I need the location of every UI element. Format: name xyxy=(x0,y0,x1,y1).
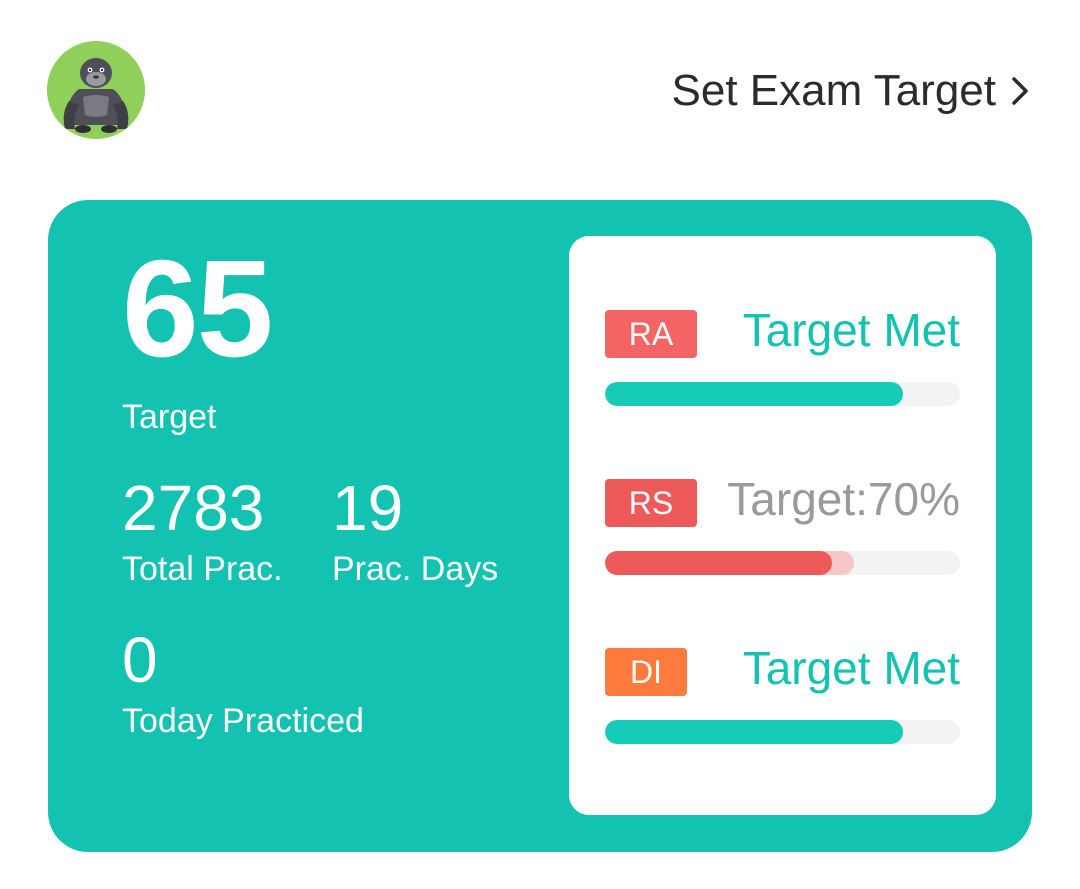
today-practiced-value: 0 xyxy=(122,624,158,696)
progress-track-ra xyxy=(605,382,960,406)
progress-fill-di xyxy=(605,720,904,744)
target-summary-card[interactable]: 65 Target 2783 Total Prac. 19 Prac. Days… xyxy=(48,200,1032,852)
section-status-ra: Target Met xyxy=(742,304,960,356)
set-exam-target-label: Set Exam Target xyxy=(671,66,996,115)
total-prac-label: Total Prac. xyxy=(122,550,283,588)
progress-fill-ra xyxy=(605,382,904,406)
today-practiced-label: Today Practiced xyxy=(122,702,364,740)
set-exam-target-link[interactable]: Set Exam Target xyxy=(672,66,1036,116)
progress-track-di xyxy=(605,720,960,744)
total-prac-value: 2783 xyxy=(122,472,265,544)
section-status-rs: Target:70% xyxy=(727,473,960,525)
target-label: Target xyxy=(122,398,217,436)
avatar[interactable] xyxy=(47,41,145,139)
gorilla-avatar-icon xyxy=(47,41,145,139)
section-status-di: Target Met xyxy=(742,642,960,694)
section-badge-di: DI xyxy=(605,648,687,696)
prac-days-value: 19 xyxy=(332,472,404,544)
target-score: 65 xyxy=(122,232,273,386)
progress-fill-rs xyxy=(605,551,833,575)
progress-track-rs xyxy=(605,551,960,575)
section-badge-rs: RS xyxy=(605,479,697,527)
chevron-right-icon xyxy=(1006,71,1036,111)
prac-days-label: Prac. Days xyxy=(332,550,499,588)
section-badge-ra: RA xyxy=(605,310,697,358)
section-progress-panel[interactable]: RA Target Met RS Target:70% DI Target Me… xyxy=(569,236,996,815)
